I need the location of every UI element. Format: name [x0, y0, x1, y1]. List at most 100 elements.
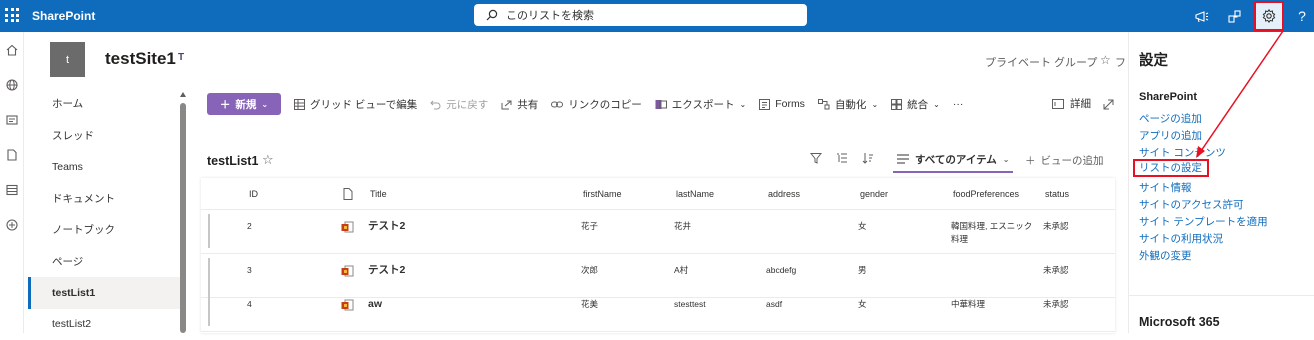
view-selector[interactable]: すべてのアイテム ⌄	[893, 147, 1013, 173]
column-header-foodpreferences[interactable]: foodPreferences	[953, 178, 1019, 210]
lists-icon[interactable]	[4, 182, 20, 198]
search-placeholder: このリストを検索	[506, 7, 594, 23]
nav-item-pages[interactable]: ページ	[28, 246, 180, 278]
cell-title[interactable]: テスト2	[368, 264, 405, 276]
microsoft365-section-heading: Microsoft 365	[1139, 315, 1220, 329]
follow-label[interactable]: フ	[1115, 54, 1126, 70]
settings-link-site-contents[interactable]: サイト コンテンツ	[1139, 145, 1226, 160]
search-box[interactable]: このリストを検索	[474, 4, 807, 26]
nav-item-documents[interactable]: ドキュメント	[28, 183, 180, 215]
column-header-address[interactable]: address	[768, 178, 800, 210]
home-icon[interactable]	[4, 42, 20, 58]
row-selector[interactable]	[208, 214, 210, 248]
column-header-lastname[interactable]: lastName	[676, 178, 714, 210]
site-logo[interactable]: t	[50, 42, 85, 77]
cell-id: 2	[247, 220, 252, 232]
undo-button[interactable]: 元に戻す	[430, 97, 488, 112]
megaphone-icon[interactable]	[1192, 6, 1212, 26]
nav-item-notebook[interactable]: ノートブック	[28, 214, 180, 246]
cell-lastname: stesttest	[674, 298, 706, 310]
command-bar: ＋ 新規 ⌄ グリッド ビューで編集 元に戻す 共有 リンクのコピー エクスポー…	[207, 93, 963, 115]
settings-gear-button[interactable]	[1254, 1, 1284, 31]
integrate-button[interactable]: 統合 ⌄	[891, 97, 940, 112]
copy-link-button[interactable]: リンクのコピー	[551, 97, 642, 112]
cell-address: abcdefg	[766, 264, 796, 276]
site-navigation: ホーム スレッド Teams ドキュメント ノートブック ページ testLis…	[28, 88, 180, 340]
nav-item-teams[interactable]: Teams	[28, 151, 180, 183]
share-button[interactable]: 共有	[501, 97, 538, 112]
plus-icon: ＋	[220, 97, 231, 112]
add-view-label: ビューの追加	[1041, 153, 1104, 168]
chevron-down-icon: ⌄	[1003, 155, 1010, 164]
news-icon[interactable]	[4, 112, 20, 128]
new-button[interactable]: ＋ 新規 ⌄	[207, 93, 281, 115]
nav-item-testlist1[interactable]: testList1	[28, 277, 180, 309]
automate-icon	[818, 99, 830, 110]
column-header-id[interactable]: ID	[249, 178, 258, 210]
cell-title[interactable]: aw	[368, 298, 382, 310]
app-launcher-icon[interactable]	[5, 8, 19, 22]
settings-link-site-permissions[interactable]: サイトのアクセス許可	[1139, 197, 1243, 212]
scroll-up-arrow[interactable]	[180, 92, 186, 97]
cell-status: 未承認	[1043, 298, 1069, 310]
add-view-button[interactable]: ＋ ビューの追加	[1025, 153, 1104, 168]
column-header-gender[interactable]: gender	[860, 178, 888, 210]
column-header-status[interactable]: status	[1045, 178, 1069, 210]
list-item-icon	[341, 265, 354, 277]
settings-link-site-usage[interactable]: サイトの利用状況	[1139, 231, 1223, 246]
details-button[interactable]: 詳細	[1052, 96, 1091, 111]
help-icon[interactable]: ?	[1292, 6, 1312, 26]
settings-heading: 設定	[1139, 49, 1168, 70]
settings-link-site-info[interactable]: サイト情報	[1139, 180, 1192, 195]
column-header-title[interactable]: Title	[370, 178, 387, 210]
copy-link-label: リンクのコピー	[568, 97, 642, 112]
settings-link-apply-template[interactable]: サイト テンプレートを適用	[1139, 214, 1268, 229]
settings-link-add-app[interactable]: アプリの追加	[1139, 128, 1202, 143]
group-by-icon[interactable]	[836, 152, 848, 164]
grid-edit-button[interactable]: グリッド ビューで編集	[294, 97, 417, 112]
share-icon[interactable]	[1224, 6, 1244, 26]
row-selector[interactable]	[208, 258, 210, 292]
nav-item-testlist2[interactable]: testList2	[28, 309, 180, 340]
grid-edit-label: グリッド ビューで編集	[310, 97, 417, 112]
new-button-label: 新規	[235, 97, 256, 112]
file-type-header-icon[interactable]	[343, 178, 353, 210]
file-icon[interactable]	[4, 147, 20, 163]
table-row[interactable]: 2 テスト2 花子 花井 女 韓国料理, エスニック 料理 未承認	[201, 210, 1115, 254]
view-tools	[810, 152, 874, 164]
sort-icon[interactable]	[862, 152, 874, 164]
cell-title[interactable]: テスト2	[368, 220, 405, 232]
export-button[interactable]: エクスポート ⌄	[655, 97, 746, 112]
cell-lastname: A村	[674, 264, 688, 276]
privacy-label: プライベート グループ	[985, 54, 1097, 70]
settings-link-list-settings[interactable]: リストの設定	[1133, 159, 1209, 177]
column-header-firstname[interactable]: firstName	[583, 178, 622, 210]
settings-link-change-look[interactable]: 外観の変更	[1139, 248, 1192, 263]
cell-id: 4	[247, 298, 252, 310]
globe-icon[interactable]	[4, 77, 20, 93]
row-selector[interactable]	[208, 292, 210, 326]
link-icon	[551, 99, 563, 110]
chevron-down-icon: ⌄	[261, 100, 268, 109]
nav-scrollbar[interactable]	[180, 103, 186, 333]
more-button[interactable]: ···	[953, 98, 964, 110]
brand-name[interactable]: SharePoint	[32, 9, 95, 23]
forms-button[interactable]: Forms	[759, 98, 805, 110]
follow-star-icon[interactable]: ☆	[1100, 53, 1111, 67]
settings-link-add-page[interactable]: ページの追加	[1139, 111, 1202, 126]
share-label: 共有	[517, 97, 538, 112]
favorite-star-icon[interactable]: ☆	[262, 152, 274, 168]
automate-button[interactable]: 自動化 ⌄	[818, 97, 878, 112]
list-title: testList1	[207, 154, 258, 168]
site-title[interactable]: testSite1	[105, 49, 176, 69]
teams-icon[interactable]: T	[178, 52, 184, 63]
cell-lastname: 花井	[674, 220, 691, 232]
nav-item-threads[interactable]: スレッド	[28, 120, 180, 152]
filter-icon[interactable]	[810, 152, 822, 164]
table-row[interactable]: 4 aw 花美 stesttest asdf 女 中華料理 未承認	[201, 288, 1115, 332]
cell-id: 3	[247, 264, 252, 276]
view-name: すべてのアイテム	[915, 152, 997, 167]
nav-item-home[interactable]: ホーム	[28, 88, 180, 120]
expand-icon[interactable]	[1103, 97, 1114, 115]
create-icon[interactable]	[4, 217, 20, 233]
